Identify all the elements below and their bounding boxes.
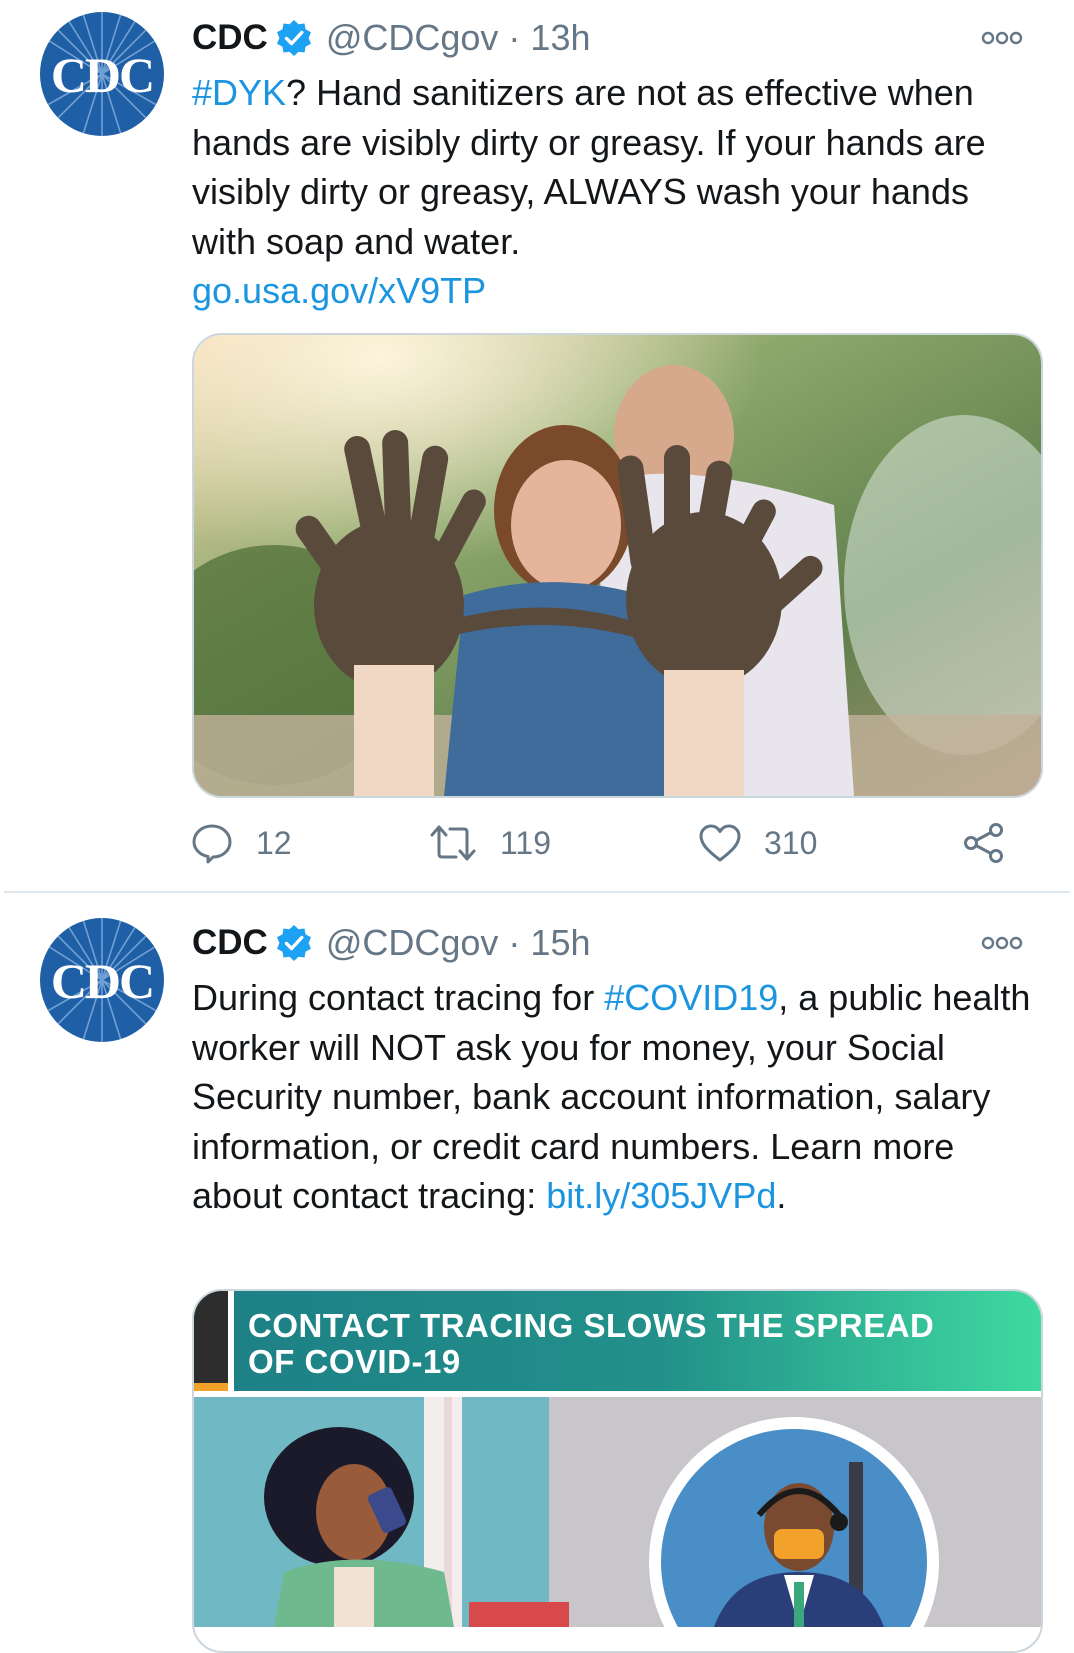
tweet-time[interactable]: 13h [530,17,590,59]
tweet-text-before: During contact tracing for [192,977,605,1018]
retweet-icon [430,825,476,861]
contact-tracing-illustration [194,1397,1041,1627]
tweet[interactable]: CDC CDC @CDCgov · 13h #DYK? Hand sanitiz… [0,0,1074,892]
muddy-hands-photo [194,335,1041,796]
avatar-logo-text: CDC [50,953,155,1009]
tweet-url-link[interactable]: bit.ly/305JVPd [546,1175,776,1216]
tweet-header: CDC @CDCgov · 13h [192,14,591,62]
like-count: 310 [764,824,818,861]
banner-dark-block [194,1291,228,1391]
more-icon[interactable] [980,933,1024,953]
tweet-text-body: ? Hand sanitizers are not as effective w… [192,72,986,262]
tweet-infographic[interactable]: CONTACT TRACING SLOWS THE SPREAD OF COVI… [192,1289,1043,1653]
retweet-button[interactable]: 119 [428,813,551,873]
verified-badge-icon [274,923,314,963]
hashtag-link[interactable]: #COVID19 [604,977,778,1018]
tweet-url-link[interactable]: go.usa.gov/xV9TP [192,270,486,311]
author-handle[interactable]: @CDCgov [326,922,499,964]
more-icon[interactable] [980,28,1024,48]
tweet-text: During contact tracing for #COVID19, a p… [192,973,1042,1221]
infographic-banner: CONTACT TRACING SLOWS THE SPREAD OF COVI… [194,1291,1041,1391]
retweet-count: 119 [500,824,552,861]
tweet-time[interactable]: 15h [530,922,590,964]
separator-dot: · [508,17,521,58]
tweet-photo[interactable] [192,333,1043,798]
author-name[interactable]: CDC [192,18,268,58]
author-handle[interactable]: @CDCgov [326,17,499,59]
like-button[interactable]: 310 [698,813,817,873]
tweet-header: CDC @CDCgov · 15h [192,919,591,967]
infographic-headline-line1: CONTACT TRACING SLOWS THE SPREAD [248,1307,935,1344]
verified-badge-icon [274,18,314,58]
separator-dot: · [508,922,521,963]
infographic-headline-line2: OF COVID-19 [248,1343,461,1380]
share-button[interactable] [962,813,1006,873]
reply-count: 12 [256,824,292,861]
share-icon [964,823,1003,863]
avatar-logo-text: CDC [50,47,155,103]
reply-button[interactable]: 12 [190,813,292,873]
author-name[interactable]: CDC [192,923,268,963]
banner-white-gap [228,1291,234,1391]
tweet-actions: 12 119 310 [190,813,1044,873]
banner-accent-bar [194,1383,228,1391]
tweet[interactable]: CDC CDC @CDCgov · 15h During contact tra… [0,893,1074,1653]
avatar[interactable]: CDC [40,918,164,1042]
tweet-text-end: . [776,1175,787,1216]
heart-icon [699,824,741,862]
avatar[interactable]: CDC [40,12,164,136]
tweet-text: #DYK? Hand sanitizers are not as effecti… [192,68,1042,316]
hashtag-link[interactable]: #DYK [192,72,286,113]
reply-icon [192,824,232,864]
